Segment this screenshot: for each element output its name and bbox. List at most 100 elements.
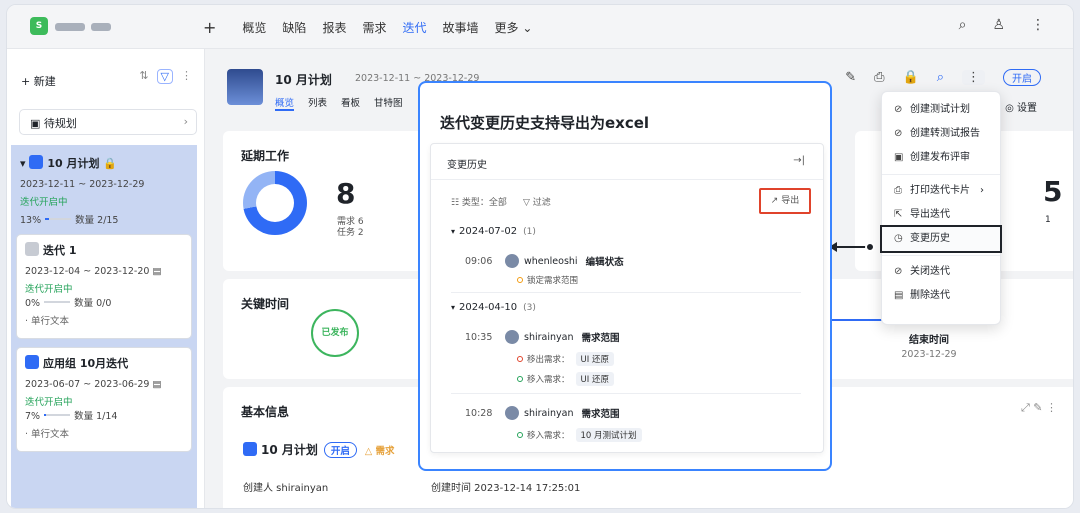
collapse-icon[interactable]: →| bbox=[793, 155, 805, 166]
plan-progress: 13% 数量 2/15 bbox=[20, 212, 188, 226]
chat-icon[interactable]: ⌕ bbox=[937, 70, 944, 85]
tab-board[interactable]: 看板 bbox=[341, 95, 360, 111]
history-entry: 09:06 whenleoshi 编辑状态 bbox=[465, 254, 624, 268]
history-detail: 移出需求： UI 还原 bbox=[517, 352, 614, 366]
delay-task: 任务 2 bbox=[337, 228, 364, 238]
iteration-count: 数量 0/0 bbox=[74, 298, 112, 309]
panel-title: 基本信息 bbox=[241, 405, 290, 419]
iteration-toolbar: ✎ ⎙ 🔒 ⌕ ⋮ 开启 bbox=[845, 69, 1041, 86]
tab-overview[interactable]: 概览 bbox=[275, 95, 295, 111]
doc-icon: ▤ bbox=[152, 266, 162, 277]
nav-more[interactable]: 更多 ⌄ bbox=[495, 19, 533, 36]
warning-label: △ 需求 bbox=[364, 446, 395, 457]
history-detail: 移入需求： UI 还原 bbox=[517, 372, 614, 386]
user-icon[interactable]: ♙ bbox=[992, 17, 1005, 33]
delay-donut-chart bbox=[243, 171, 307, 235]
pending-plan-button[interactable]: ▣ 待规划 › bbox=[19, 109, 197, 135]
iteration-list[interactable]: ▾ 10 月计划 🔒 2023-12-11 ~ 2023-12-29 迭代开启中… bbox=[11, 145, 197, 508]
iteration-card[interactable]: 迭代 1 2023-12-04 ~ 2023-12-20 ▤ 迭代开启中 0% 数… bbox=[16, 234, 192, 339]
add-button[interactable]: + bbox=[203, 18, 216, 37]
history-group[interactable]: ▾ 2024-07-02 (1) bbox=[451, 226, 536, 237]
nav-overview[interactable]: 概览 bbox=[242, 19, 266, 36]
workspace-logo[interactable]: S bbox=[30, 17, 48, 35]
trash-icon: ▤ bbox=[894, 290, 904, 301]
type-filter[interactable]: ☷ 类型：全部 bbox=[451, 195, 507, 208]
nav-iterations[interactable]: 迭代 bbox=[402, 19, 426, 36]
delay-count: 8 bbox=[336, 177, 356, 210]
pending-label: 待规划 bbox=[43, 117, 77, 130]
caret-down-icon: ▾ bbox=[451, 227, 456, 236]
export-button[interactable]: ↗ 导出 bbox=[759, 188, 811, 214]
info-header: 10 月计划 开启 △ 需求 bbox=[243, 441, 395, 458]
divider bbox=[451, 393, 801, 394]
more-icon[interactable]: ⋮ bbox=[1031, 17, 1045, 33]
main-nav: + 概览 缺陷 报表 需求 迭代 故事墙 更多 ⌄ bbox=[203, 5, 532, 49]
nav-defects[interactable]: 缺陷 bbox=[282, 19, 306, 36]
plan-item[interactable]: ▾ 10 月计划 🔒 bbox=[20, 155, 188, 171]
test-plan-icon: ⊘ bbox=[894, 104, 903, 115]
app-window: S + 概览 缺陷 报表 需求 迭代 故事墙 更多 ⌄ ⌕ ♙ ⋮ + 新建 ⇅… bbox=[6, 4, 1074, 509]
menu-change-history[interactable]: ◷ 变更历史 bbox=[880, 225, 1002, 253]
more-icon[interactable]: ⋮ bbox=[181, 69, 192, 84]
menu-create-release-review[interactable]: ▣ 创建发布评审 bbox=[882, 146, 1000, 170]
iteration-title: 10 月计划 bbox=[275, 73, 332, 87]
stat-number: 5 bbox=[1043, 175, 1063, 208]
nav-requirements[interactable]: 需求 bbox=[362, 19, 386, 36]
top-icons: ⌕ ♙ ⋮ bbox=[959, 17, 1045, 33]
iteration-status: 迭代开启中 bbox=[25, 397, 73, 408]
open-status-pill[interactable]: 开启 bbox=[1003, 69, 1041, 86]
iteration-cover-image bbox=[227, 69, 263, 105]
filter-icon[interactable]: ▽ bbox=[156, 69, 173, 84]
menu-create-test-report[interactable]: ⊘ 创建转测试报告 bbox=[882, 122, 1000, 146]
tab-list[interactable]: 列表 bbox=[308, 95, 327, 111]
plan-icon bbox=[243, 442, 257, 456]
menu-delete-iteration[interactable]: ▤ 删除迭代 bbox=[882, 284, 1000, 308]
history-detail: 移入需求： 10 月测试计划 bbox=[517, 428, 642, 442]
more-menu-button[interactable]: ⋮ bbox=[962, 70, 985, 85]
iteration-note: · 单行文本 bbox=[25, 429, 70, 440]
iteration-card[interactable]: 应用组 10月迭代 2023-06-07 ~ 2023-06-29 ▤ 迭代开启… bbox=[16, 347, 192, 452]
print-icon[interactable]: ⎙ bbox=[874, 70, 884, 85]
menu-export-iteration[interactable]: ⇱ 导出迭代 bbox=[882, 203, 1000, 227]
divider bbox=[451, 292, 801, 293]
history-entry: 10:28 shirainyan 需求范围 bbox=[465, 406, 620, 420]
doc-icon: ▤ bbox=[152, 379, 162, 390]
change-history-panel: 变更历史 →| ☷ 类型：全部 ▽ 过滤 ↗ 导出 ▾ 2024-07-02 (1)… bbox=[430, 143, 824, 453]
menu-create-test-plan[interactable]: ⊘ 创建测试计划 bbox=[882, 98, 1000, 122]
edit-icon[interactable]: ✎ bbox=[1033, 401, 1042, 414]
end-time-label: 结束时间 bbox=[909, 335, 949, 346]
nav-reports[interactable]: 报表 bbox=[322, 19, 346, 36]
edit-icon[interactable]: ✎ bbox=[845, 70, 856, 85]
new-button[interactable]: + 新建 bbox=[21, 73, 56, 89]
lock-icon[interactable]: 🔒 bbox=[903, 70, 919, 85]
calendar-icon: ▣ bbox=[30, 117, 44, 130]
plan-dates: 2023-12-11 ~ 2023-12-29 bbox=[20, 179, 145, 190]
stat-small: 1 bbox=[1045, 215, 1051, 225]
workspace-name-blurred bbox=[91, 23, 111, 31]
plan-progress-percent: 13% bbox=[20, 215, 42, 226]
menu-print-cards[interactable]: ⎙ 打印迭代卡片 › bbox=[882, 179, 1000, 203]
history-entry: 10:35 shirainyan 需求范围 bbox=[465, 330, 620, 344]
history-icon: ◷ bbox=[894, 233, 903, 244]
status-badge: 开启 bbox=[323, 442, 357, 458]
creator-field: 创建人 shirainyan bbox=[243, 483, 329, 494]
panel-tools: ⤢ ✎ ⋮ bbox=[1021, 401, 1057, 415]
history-panel-title: 变更历史 bbox=[447, 160, 487, 171]
tab-gantt[interactable]: 甘特图 bbox=[374, 95, 403, 111]
history-group[interactable]: ▾ 2024-04-10 (3) bbox=[451, 302, 536, 313]
delay-req: 需求 6 bbox=[337, 217, 364, 227]
iteration-title: 应用组 10月迭代 bbox=[43, 357, 129, 370]
history-detail: 锁定需求范围 bbox=[517, 274, 578, 286]
search-icon[interactable]: ⌕ bbox=[959, 17, 967, 33]
filter-button[interactable]: ▽ 过滤 bbox=[523, 195, 551, 208]
settings-button[interactable]: ◎ 设置 bbox=[1005, 99, 1037, 114]
history-panel-header: 变更历史 →| bbox=[431, 144, 823, 180]
expand-icon[interactable]: ⤢ bbox=[1021, 401, 1030, 414]
sort-icon[interactable]: ⇅ bbox=[139, 69, 148, 84]
more-icon[interactable]: ⋮ bbox=[1046, 401, 1057, 414]
plan-title: 10 月计划 bbox=[47, 157, 100, 170]
nav-story-wall[interactable]: 故事墙 bbox=[442, 19, 478, 36]
export-icon: ⇱ bbox=[894, 209, 903, 220]
delay-breakdown: 需求 6 任务 2 bbox=[337, 217, 364, 239]
menu-close-iteration[interactable]: ⊘ 关闭迭代 bbox=[882, 260, 1000, 284]
